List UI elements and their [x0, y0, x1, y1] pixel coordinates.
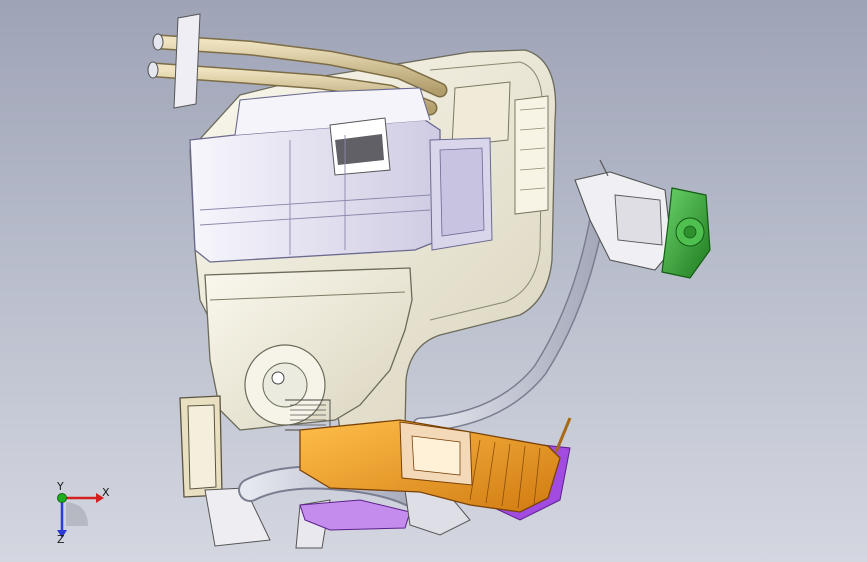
z-axis-label: Z [57, 533, 65, 546]
hvac-unit-model[interactable] [0, 0, 867, 562]
y-axis-label: Y [57, 480, 64, 493]
filter-frame[interactable] [179, 395, 223, 498]
cad-viewport[interactable]: X Y Z [0, 0, 867, 562]
y-axis-dot [57, 493, 67, 503]
x-axis-label: X [102, 486, 110, 499]
axis-triad: X Y Z [44, 478, 114, 548]
triad-shadow [66, 502, 88, 526]
